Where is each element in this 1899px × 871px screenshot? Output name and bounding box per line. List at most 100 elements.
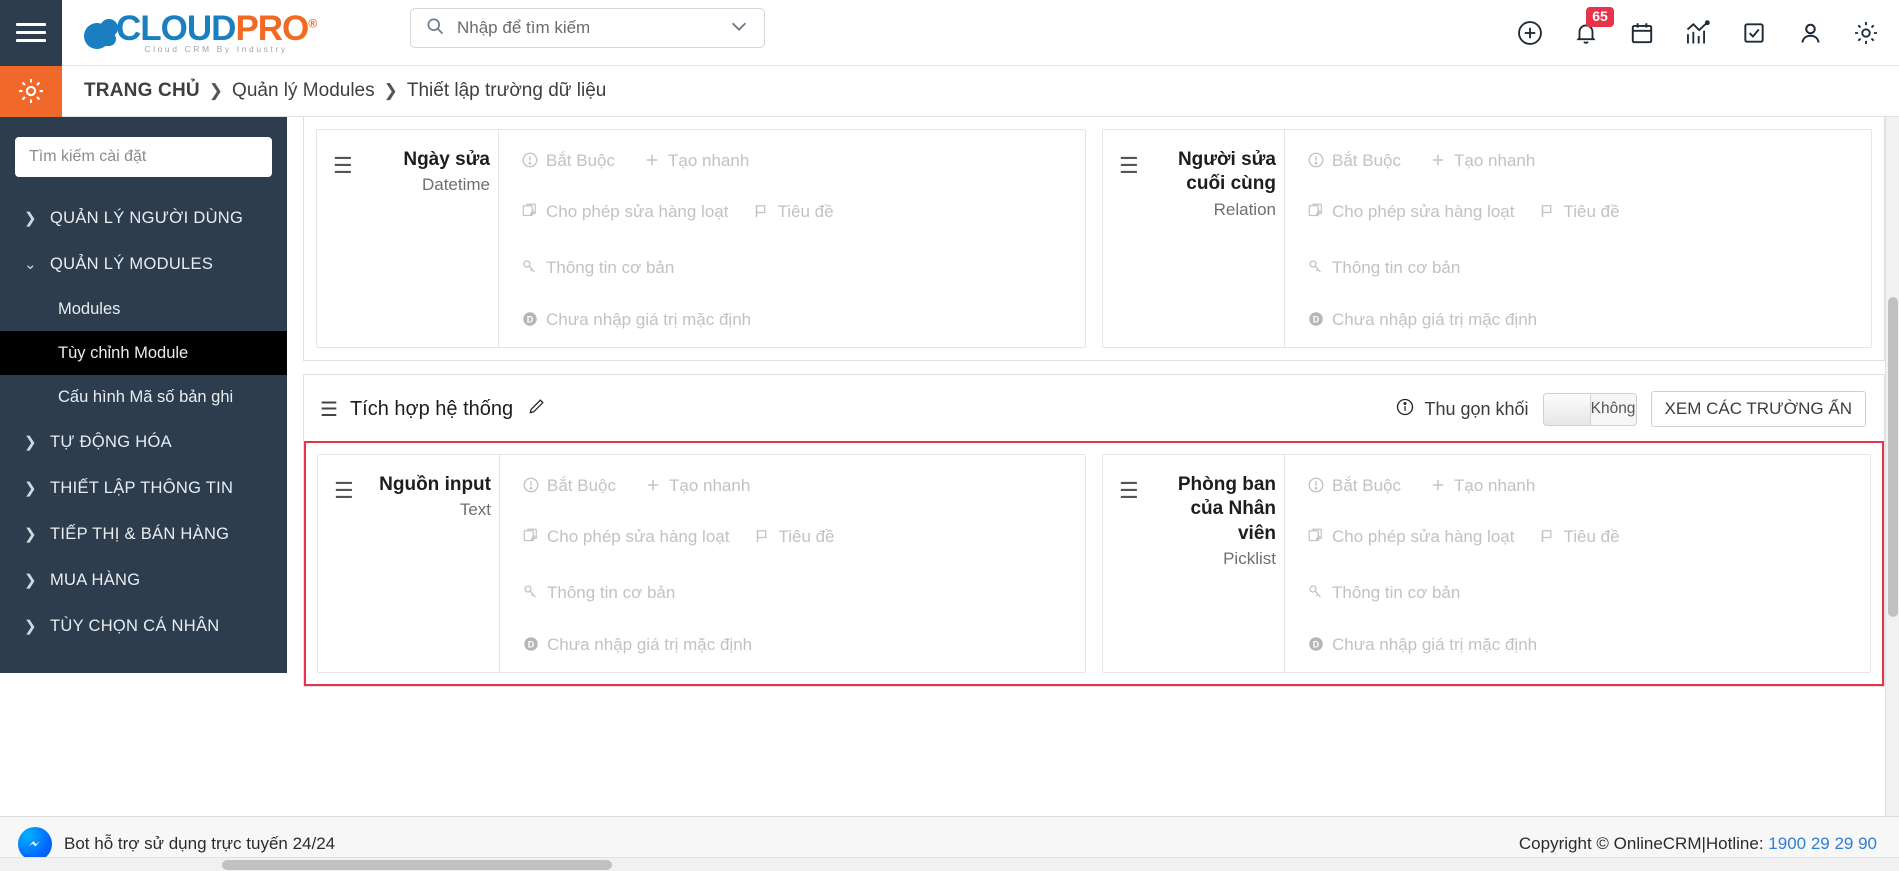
logo-cloud-text: CLOUD <box>116 9 236 48</box>
mass-edit-icon <box>1307 527 1325 550</box>
chatbot-launcher[interactable]: Bot hỗ trợ sử dụng trực tuyến 24/24 <box>18 827 335 861</box>
property-default-value[interactable]: D Chưa nhập giá trị mặc định <box>521 309 751 333</box>
property-title-field[interactable]: Tiêu đề <box>1538 526 1620 550</box>
breadcrumb-home[interactable]: TRANG CHỦ <box>84 80 200 102</box>
property-default-value[interactable]: D Chưa nhập giá trị mặc định <box>1307 634 1537 658</box>
sidebar-item-tuy-chon-ca-nhan[interactable]: ❯ TÙY CHỌN CÁ NHÂN <box>0 603 287 649</box>
property-row-2: Cho phép sửa hàng loạt Tiêu đề <box>521 201 911 225</box>
sidebar-item-label: QUẢN LÝ MODULES <box>50 254 214 273</box>
horizontal-scrollbar-thumb[interactable] <box>222 860 612 870</box>
plus-icon <box>643 151 661 174</box>
property-basic-info[interactable]: Thông tin cơ bản <box>522 582 675 606</box>
field-card-nguon-input[interactable]: ☰ Nguồn input Text Bắt Buộc Tạo nhanh Ch… <box>317 454 1086 673</box>
property-mass-edit[interactable]: Cho phép sửa hàng loạt <box>1307 201 1514 225</box>
sidebar-menu-list: ❯ QUẢN LÝ NGƯỜI DÙNG ⌄ QUẢN LÝ MODULES M… <box>0 195 287 649</box>
field-card-nguoi-sua-cuoi-cung[interactable]: ☰ Người sửa cuối cùng Relation Bắt Buộc … <box>1102 129 1872 348</box>
bell-icon[interactable]: 65 <box>1571 7 1614 48</box>
field-type: Relation <box>1213 199 1276 219</box>
key-icon <box>1307 258 1325 281</box>
hotline-number[interactable]: 1900 29 29 90 <box>1768 834 1877 853</box>
sidebar-item-quan-ly-nguoi-dung[interactable]: ❯ QUẢN LÝ NGƯỜI DÙNG <box>0 195 287 241</box>
property-quick-create[interactable]: Tạo nhanh <box>644 475 750 499</box>
property-label: Cho phép sửa hàng loạt <box>546 202 729 222</box>
analytics-icon[interactable] <box>1683 18 1713 48</box>
property-mass-edit[interactable]: Cho phép sửa hàng loạt <box>521 201 728 225</box>
sidebar-search-input[interactable] <box>29 148 258 166</box>
user-icon[interactable] <box>1795 18 1825 48</box>
property-quick-create[interactable]: Tạo nhanh <box>643 150 749 174</box>
property-basic-info[interactable]: Thông tin cơ bản <box>521 257 674 281</box>
property-label: Tạo nhanh <box>1454 151 1536 170</box>
task-check-icon[interactable] <box>1739 18 1769 48</box>
vertical-scrollbar-thumb[interactable] <box>1888 297 1898 617</box>
property-label: Cho phép sửa hàng loạt <box>1332 527 1515 547</box>
property-title-field[interactable]: Tiêu đề <box>752 201 834 225</box>
field-card-ngay-sua[interactable]: ☰ Ngày sửa Datetime Bắt Buộc Tạo nhanh C… <box>316 129 1086 348</box>
property-basic-info[interactable]: Thông tin cơ bản <box>1307 257 1460 281</box>
drag-handle-icon[interactable]: ☰ <box>1119 155 1139 177</box>
sidebar-item-thiet-lap-thong-tin[interactable]: ❯ THIẾT LẬP THÔNG TIN <box>0 465 287 511</box>
sidebar-item-modules[interactable]: Modules <box>0 287 287 331</box>
property-label: Thông tin cơ bản <box>546 257 675 277</box>
field-card-phong-ban-cua-nhan-vien[interactable]: ☰ Phòng ban của Nhân viên Picklist Bắt B… <box>1102 454 1871 673</box>
property-title-field[interactable]: Tiêu đề <box>753 526 835 550</box>
property-basic-info[interactable]: Thông tin cơ bản <box>1307 582 1460 606</box>
search-input[interactable] <box>457 18 720 38</box>
view-hidden-fields-button[interactable]: XEM CÁC TRƯỜNG ẨN <box>1650 391 1866 427</box>
property-required[interactable]: Bắt Buộc <box>521 150 615 174</box>
breadcrumb-item-modules[interactable]: Quản lý Modules <box>232 80 375 102</box>
field-name: Ngày sửa <box>403 149 490 170</box>
add-circle-icon[interactable] <box>1515 18 1545 48</box>
chevron-right-icon: ❯ <box>24 572 37 589</box>
property-mass-edit[interactable]: Cho phép sửa hàng loạt <box>1307 526 1514 550</box>
property-mass-edit[interactable]: Cho phép sửa hàng loạt <box>522 526 729 550</box>
property-title-field[interactable]: Tiêu đề <box>1538 201 1620 225</box>
chevron-down-icon: ⌄ <box>24 256 37 273</box>
field-type: Picklist <box>1223 548 1276 568</box>
messenger-icon <box>18 827 52 861</box>
plus-icon <box>1429 476 1447 499</box>
calendar-icon[interactable] <box>1627 18 1657 48</box>
sidebar-item-quan-ly-modules[interactable]: ⌄ QUẢN LÝ MODULES <box>0 241 287 287</box>
property-required[interactable]: Bắt Buộc <box>522 475 616 499</box>
chevron-down-icon[interactable] <box>728 15 750 42</box>
hamburger-menu-icon[interactable] <box>0 0 62 66</box>
drag-handle-icon[interactable]: ☰ <box>333 155 353 177</box>
field-name: Phòng ban của Nhân viên <box>1177 474 1276 544</box>
sidebar-search-box[interactable] <box>15 137 272 177</box>
info-circle-icon[interactable] <box>1395 397 1415 422</box>
property-default-value[interactable]: D Chưa nhập giá trị mặc định <box>1307 309 1537 333</box>
property-row-4: D Chưa nhập giá trị mặc định <box>521 309 1075 333</box>
property-label: Chưa nhập giá trị mặc định <box>1332 634 1538 654</box>
breadcrumb-item-field-setup[interactable]: Thiết lập trường dữ liệu <box>407 80 607 102</box>
block-header-controls: Thu gọn khối Không XEM CÁC TRƯỜNG ẨN <box>1395 391 1866 427</box>
default-value-icon: D <box>522 635 540 658</box>
logo-registered-mark: ® <box>308 16 317 31</box>
key-icon <box>1307 583 1325 606</box>
sidebar-item-tuy-chinh-module[interactable]: Tùy chỉnh Module <box>0 331 287 375</box>
sidebar-item-tiep-thi-ban-hang[interactable]: ❯ TIẾP THỊ & BÁN HÀNG <box>0 511 287 557</box>
pencil-icon[interactable] <box>527 396 547 422</box>
drag-handle-icon[interactable]: ☰ <box>320 397 338 422</box>
property-label: Tiêu đề <box>1563 202 1620 222</box>
global-search-box[interactable] <box>410 8 765 48</box>
property-quick-create[interactable]: Tạo nhanh <box>1429 475 1535 499</box>
cloudpro-logo[interactable]: CLOUDPRO® Cloud CRM By Industry <box>84 0 317 66</box>
property-quick-create[interactable]: Tạo nhanh <box>1429 150 1535 174</box>
vertical-scrollbar[interactable] <box>1885 117 1899 816</box>
settings-gear-icon[interactable] <box>1851 18 1881 48</box>
sidebar-item-cau-hinh-ma-so-ban-ghi[interactable]: Cấu hình Mã số bản ghi <box>0 375 287 419</box>
property-required[interactable]: Bắt Buộc <box>1307 475 1401 499</box>
collapse-toggle[interactable]: Không <box>1542 392 1637 426</box>
property-label: Cho phép sửa hàng loạt <box>1332 202 1515 222</box>
settings-module-gear-icon[interactable] <box>0 65 62 117</box>
field-row: ☰ Nguồn input Text Bắt Buộc Tạo nhanh Ch… <box>306 443 1882 684</box>
drag-handle-icon[interactable]: ☰ <box>1119 480 1139 502</box>
horizontal-scrollbar[interactable] <box>0 857 1899 871</box>
chevron-right-icon: ❯ <box>24 526 37 543</box>
sidebar-item-mua-hang[interactable]: ❯ MUA HÀNG <box>0 557 287 603</box>
drag-handle-icon[interactable]: ☰ <box>334 480 354 502</box>
sidebar-item-tu-dong-hoa[interactable]: ❯ TỰ ĐỘNG HÓA <box>0 419 287 465</box>
property-required[interactable]: Bắt Buộc <box>1307 150 1401 174</box>
property-default-value[interactable]: D Chưa nhập giá trị mặc định <box>522 634 752 658</box>
